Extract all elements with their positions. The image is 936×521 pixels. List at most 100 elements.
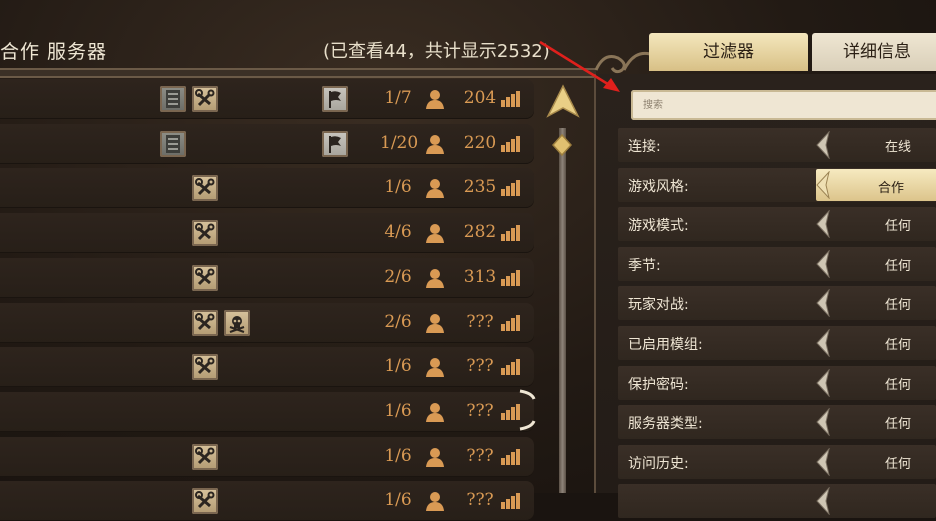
server-tag-icon (160, 130, 186, 157)
player-count: 1/6 (384, 490, 412, 511)
ping-value: ??? (466, 356, 494, 377)
filter-label: 访问历史: (628, 455, 689, 472)
chevron-left-icon[interactable] (814, 447, 832, 480)
header-divider (0, 68, 596, 78)
filter-value[interactable]: 在线 (843, 136, 936, 155)
person-icon (425, 312, 445, 334)
filter-row: 服务器类型: 任何 (618, 405, 936, 440)
wrench-tag-icon (192, 488, 218, 515)
server-count: (已查看44，共计显示2532) (323, 41, 550, 62)
person-icon (425, 490, 445, 512)
scrollbar-track[interactable] (559, 128, 566, 493)
chevron-left-icon[interactable] (814, 367, 832, 401)
person-icon (425, 222, 445, 244)
signal-bars-icon (501, 225, 521, 242)
filter-label: 游戏风格: (628, 178, 689, 195)
server-row[interactable]: 1/7 204 (0, 79, 534, 119)
filter-value[interactable]: 任何 (843, 294, 936, 313)
server-row[interactable]: 2/6 313 (0, 257, 534, 298)
filter-row: 季节: 任何 (618, 246, 936, 282)
filter-label: 已启用模组: (628, 337, 703, 353)
player-count: 1/20 (380, 132, 419, 153)
server-row[interactable]: 2/6??? (0, 302, 534, 343)
player-count: 1/6 (384, 445, 412, 466)
signal-bars-icon (501, 91, 521, 107)
server-tag-icon (160, 86, 186, 112)
ping-value: 235 (463, 177, 497, 198)
filter-label: 游戏模式: (628, 218, 689, 235)
chevron-left-icon[interactable] (814, 288, 832, 321)
wrench-tag-icon (192, 175, 218, 202)
selection-bracket (519, 389, 536, 431)
ping-value: ??? (466, 445, 494, 466)
person-icon (425, 133, 445, 155)
chevron-left-icon[interactable] (814, 486, 832, 519)
person-icon (425, 401, 445, 423)
filter-row: 玩家对战: 任何 (618, 286, 936, 321)
player-count: 1/7 (384, 88, 412, 108)
filter-value[interactable]: 任何 (843, 215, 936, 234)
player-count: 4/6 (384, 222, 412, 243)
filter-row: 已启用模组: 任何 (618, 326, 936, 360)
chevron-left-icon[interactable] (814, 249, 832, 282)
server-row[interactable]: 1/6??? (0, 391, 534, 432)
server-row[interactable]: 1/6 235 (0, 168, 534, 209)
chevron-left-icon[interactable] (814, 209, 832, 242)
filter-value[interactable]: 任何 (843, 334, 936, 353)
wrench-tag-icon (192, 220, 218, 247)
search-box[interactable] (631, 90, 936, 120)
wrench-tag-icon (192, 86, 218, 112)
filter-label: 保护密码: (628, 376, 689, 393)
ping-value: ??? (466, 490, 494, 511)
tab-filters[interactable]: 过滤器 (649, 33, 808, 71)
ping-value: 204 (463, 88, 497, 108)
filter-selected-value[interactable]: 合作 (814, 168, 936, 203)
wrench-tag-icon (192, 354, 218, 381)
chevron-left-icon[interactable] (814, 169, 832, 203)
signal-bars-icon (501, 493, 521, 510)
filter-row: 保护密码: 任何 (618, 365, 936, 401)
wrench-tag-icon (192, 309, 218, 336)
person-icon (425, 267, 445, 289)
filter-row: 游戏模式: 任何 (618, 207, 936, 242)
filter-label: 季节: (628, 257, 661, 274)
person-icon (425, 177, 445, 199)
server-row[interactable]: 4/6 282 (0, 213, 534, 254)
ping-value: ??? (466, 311, 494, 332)
filter-value[interactable]: 任何 (843, 255, 936, 274)
server-row[interactable]: 1/6??? (0, 347, 534, 388)
filter-value[interactable]: 任何 (843, 374, 936, 393)
filter-value[interactable]: 任何 (843, 413, 936, 432)
filter-row: 访问历史: 任何 (618, 444, 936, 480)
page-title: 合作 服务器 (0, 41, 108, 63)
skull-tag-icon (224, 309, 250, 336)
flag-icon (322, 130, 348, 157)
tab-details[interactable]: 详细信息 (812, 33, 936, 71)
filter-value: 合作 (877, 180, 904, 196)
signal-bars-icon (501, 359, 521, 376)
filter-row: 连接: 在线 (618, 128, 936, 162)
panel-ornament-icon (594, 51, 651, 74)
person-icon (425, 446, 445, 468)
person-icon (425, 88, 445, 110)
chevron-left-icon[interactable] (814, 130, 832, 163)
server-row[interactable]: 1/20 220 (0, 123, 534, 164)
filter-value[interactable]: 任何 (843, 453, 936, 472)
scroll-thumb[interactable] (552, 134, 572, 156)
flag-icon (322, 86, 348, 112)
filter-row (618, 484, 936, 519)
player-count: 2/6 (384, 266, 412, 287)
ping-value: 313 (463, 266, 497, 287)
scroll-up-arrow-icon[interactable] (546, 84, 580, 120)
server-row[interactable]: 1/6??? (0, 436, 534, 477)
search-input[interactable] (631, 90, 936, 120)
filter-row: 游戏风格: 合作 (618, 167, 936, 203)
ping-value: 220 (463, 132, 497, 153)
player-count: 1/6 (384, 177, 412, 198)
filter-label: 服务器类型: (628, 416, 703, 433)
server-row[interactable]: 1/6??? (0, 481, 534, 521)
chevron-left-icon[interactable] (814, 407, 832, 440)
signal-bars-icon (501, 180, 521, 197)
ping-value: ??? (466, 400, 494, 421)
chevron-left-icon[interactable] (814, 328, 832, 361)
